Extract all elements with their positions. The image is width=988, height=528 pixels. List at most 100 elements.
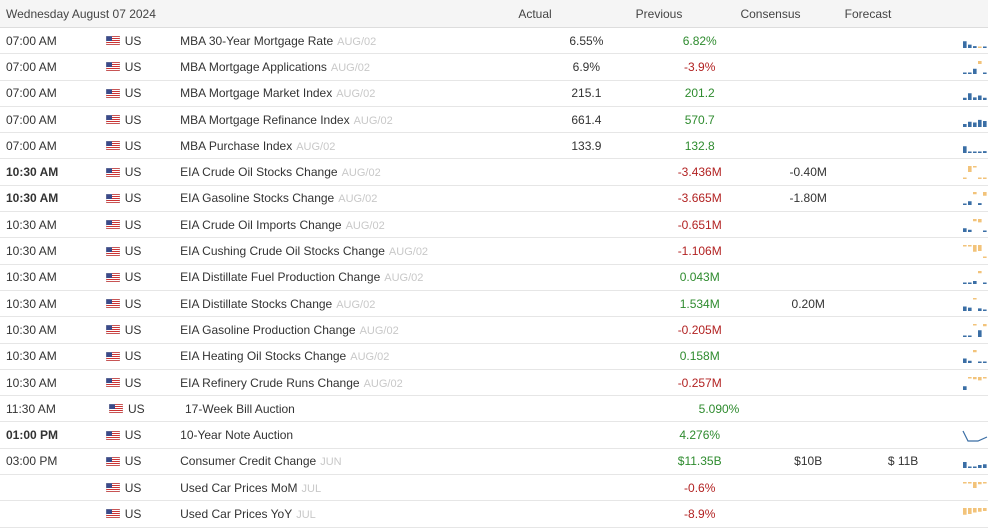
sparkline-cell[interactable] — [942, 506, 988, 522]
sparkline-bar — [982, 361, 987, 364]
event-title[interactable]: 10-Year Note Auction — [180, 428, 293, 442]
sparkline-cell[interactable] — [942, 138, 988, 154]
event-name[interactable]: Used Car Prices YoY JUL — [180, 507, 525, 521]
previous-value: 5.090% — [698, 401, 740, 416]
event-reference-period: AUG/02 — [345, 219, 385, 232]
table-row[interactable]: US Used Car Prices MoM JUL -0.6% — [0, 475, 988, 502]
us-flag-icon — [106, 509, 121, 519]
sparkline-bar — [982, 177, 987, 180]
event-title[interactable]: MBA Mortgage Refinance Index — [180, 113, 349, 127]
sparkline-cell[interactable] — [942, 85, 988, 101]
previous-value: 201.2 — [684, 86, 715, 101]
sparkline-cell[interactable] — [942, 296, 988, 312]
event-name[interactable]: Used Car Prices MoM JUL — [180, 481, 525, 495]
table-row[interactable]: 07:00 AM US MBA Mortgage Applications AUG/0… — [0, 54, 988, 81]
previous-value: 6.82% — [682, 33, 717, 48]
table-row[interactable]: US Used Car Prices YoY JUL -8.9% — [0, 501, 988, 528]
country-code: US — [124, 506, 142, 521]
event-time: 07:00 AM — [6, 59, 57, 74]
event-name[interactable]: EIA Crude Oil Imports Change AUG/02 — [180, 218, 525, 232]
event-name[interactable]: 17-Week Bill Auction — [185, 402, 540, 416]
event-name[interactable]: Consumer Credit Change JUN — [180, 454, 525, 468]
event-name[interactable]: EIA Cushing Crude Oil Stocks Change AUG/0… — [180, 244, 525, 258]
table-row[interactable]: 10:30 AM US EIA Refinery Crude Runs Change… — [0, 370, 988, 397]
event-name[interactable]: MBA Mortgage Refinance Index AUG/02 — [180, 113, 525, 127]
sparkline-cell[interactable] — [942, 164, 988, 180]
event-name[interactable]: EIA Gasoline Stocks Change AUG/02 — [180, 191, 525, 205]
event-title[interactable]: EIA Heating Oil Stocks Change — [180, 349, 346, 363]
us-flag-icon — [106, 430, 121, 440]
event-title[interactable]: EIA Gasoline Production Change — [180, 323, 355, 337]
table-row[interactable]: 11:30 AM US 17-Week Bill Auction 5.090% — [0, 396, 988, 423]
event-title[interactable]: EIA Crude Oil Stocks Change — [180, 165, 337, 179]
country-flag — [101, 193, 124, 203]
sparkline-cell[interactable] — [942, 243, 988, 259]
event-name[interactable]: MBA 30-Year Mortgage Rate AUG/02 — [180, 34, 525, 48]
table-row[interactable]: 07:00 AM US MBA 30-Year Mortgage Rate AUG/0… — [0, 28, 988, 55]
event-name[interactable]: MBA Mortgage Market Index AUG/02 — [180, 86, 525, 100]
table-row[interactable]: 10:30 AM US EIA Gasoline Stocks Change AUG/… — [0, 186, 988, 213]
event-title[interactable]: Consumer Credit Change — [180, 454, 316, 468]
sparkline-cell[interactable] — [942, 217, 988, 233]
event-title[interactable]: EIA Distillate Fuel Production Change — [180, 270, 380, 284]
event-title[interactable]: MBA Mortgage Market Index — [180, 86, 332, 100]
sparkline-cell[interactable] — [942, 269, 988, 285]
event-name[interactable]: MBA Purchase Index AUG/02 — [180, 139, 525, 153]
event-title[interactable]: EIA Refinery Crude Runs Change — [180, 376, 359, 390]
sparkline-cell[interactable] — [942, 348, 988, 364]
country-flag — [101, 272, 124, 282]
sparkline-bar — [972, 323, 977, 326]
us-flag-icon — [106, 325, 121, 335]
event-name[interactable]: EIA Heating Oil Stocks Change AUG/02 — [180, 349, 525, 363]
sparkline-icon — [962, 271, 987, 285]
calendar-date: Wednesday August 07 2024 — [6, 6, 156, 21]
table-row[interactable]: 10:30 AM US EIA Heating Oil Stocks Change A… — [0, 344, 988, 370]
event-title[interactable]: Used Car Prices MoM — [180, 481, 297, 495]
table-row[interactable]: 03:00 PM US Consumer Credit Change JUN $11.3… — [0, 449, 988, 476]
table-row[interactable]: 10:30 AM US EIA Cushing Crude Oil Stocks C… — [0, 238, 988, 265]
table-row[interactable]: 01:00 PM US 10-Year Note Auction 4.276% — [0, 422, 988, 449]
event-name[interactable]: EIA Crude Oil Stocks Change AUG/02 — [180, 165, 525, 179]
event-name[interactable]: EIA Distillate Fuel Production Change AUG… — [180, 270, 525, 284]
event-name[interactable]: EIA Gasoline Production Change AUG/02 — [180, 323, 525, 337]
sparkline-cell[interactable] — [942, 453, 988, 469]
event-title[interactable]: EIA Gasoline Stocks Change — [180, 191, 334, 205]
sparkline-icon — [962, 60, 987, 74]
sparkline-bar — [982, 256, 987, 259]
event-name[interactable]: EIA Refinery Crude Runs Change AUG/02 — [180, 376, 525, 390]
event-title[interactable]: MBA 30-Year Mortgage Rate — [180, 34, 333, 48]
sparkline-cell[interactable] — [942, 112, 988, 128]
table-row[interactable]: 07:00 AM US MBA Purchase Index AUG/02 133.9 1… — [0, 133, 988, 160]
us-flag-icon — [106, 115, 121, 125]
sparkline-cell[interactable] — [942, 59, 988, 75]
event-title[interactable]: Used Car Prices YoY — [180, 507, 292, 521]
event-title[interactable]: MBA Mortgage Applications — [180, 60, 327, 74]
sparkline-cell[interactable] — [942, 480, 988, 496]
event-name[interactable]: 10-Year Note Auction — [180, 428, 525, 442]
table-row[interactable]: 10:30 AM US EIA Crude Oil Imports Change AU… — [0, 212, 988, 239]
sparkline-cell[interactable] — [942, 322, 988, 338]
event-name[interactable]: EIA Distillate Stocks Change AUG/02 — [180, 297, 525, 311]
event-title[interactable]: EIA Crude Oil Imports Change — [180, 218, 341, 232]
table-row[interactable]: 10:30 AM US EIA Distillate Fuel Production… — [0, 265, 988, 291]
sparkline-cell[interactable] — [942, 427, 988, 443]
sparkline-cell[interactable] — [942, 33, 988, 49]
economic-calendar: Wednesday August 07 2024 Actual Previous… — [0, 0, 988, 528]
event-title[interactable]: EIA Distillate Stocks Change — [180, 297, 332, 311]
table-row[interactable]: 10:30 AM US EIA Gasoline Production Change… — [0, 317, 988, 344]
sparkline-cell[interactable] — [942, 190, 988, 206]
actual-value: 133.9 — [571, 138, 602, 153]
table-row[interactable]: 07:00 AM US MBA Mortgage Refinance Index AU… — [0, 107, 988, 134]
event-reference-period: AUG/02 — [341, 167, 381, 180]
table-row[interactable]: 07:00 AM US MBA Mortgage Market Index AUG/0… — [0, 81, 988, 107]
event-reference-period: AUG/02 — [336, 88, 376, 101]
event-title[interactable]: EIA Cushing Crude Oil Stocks Change — [180, 244, 385, 258]
table-row[interactable]: 10:30 AM US EIA Distillate Stocks Change AU… — [0, 291, 988, 318]
sparkline-bar — [967, 166, 972, 173]
event-name[interactable]: MBA Mortgage Applications AUG/02 — [180, 60, 525, 74]
event-title[interactable]: MBA Purchase Index — [180, 139, 292, 153]
event-title[interactable]: 17-Week Bill Auction — [185, 402, 295, 416]
sparkline-cell[interactable] — [942, 375, 988, 391]
sparkline-bar — [967, 151, 972, 153]
table-row[interactable]: 10:30 AM US EIA Crude Oil Stocks Change AUG… — [0, 159, 988, 186]
